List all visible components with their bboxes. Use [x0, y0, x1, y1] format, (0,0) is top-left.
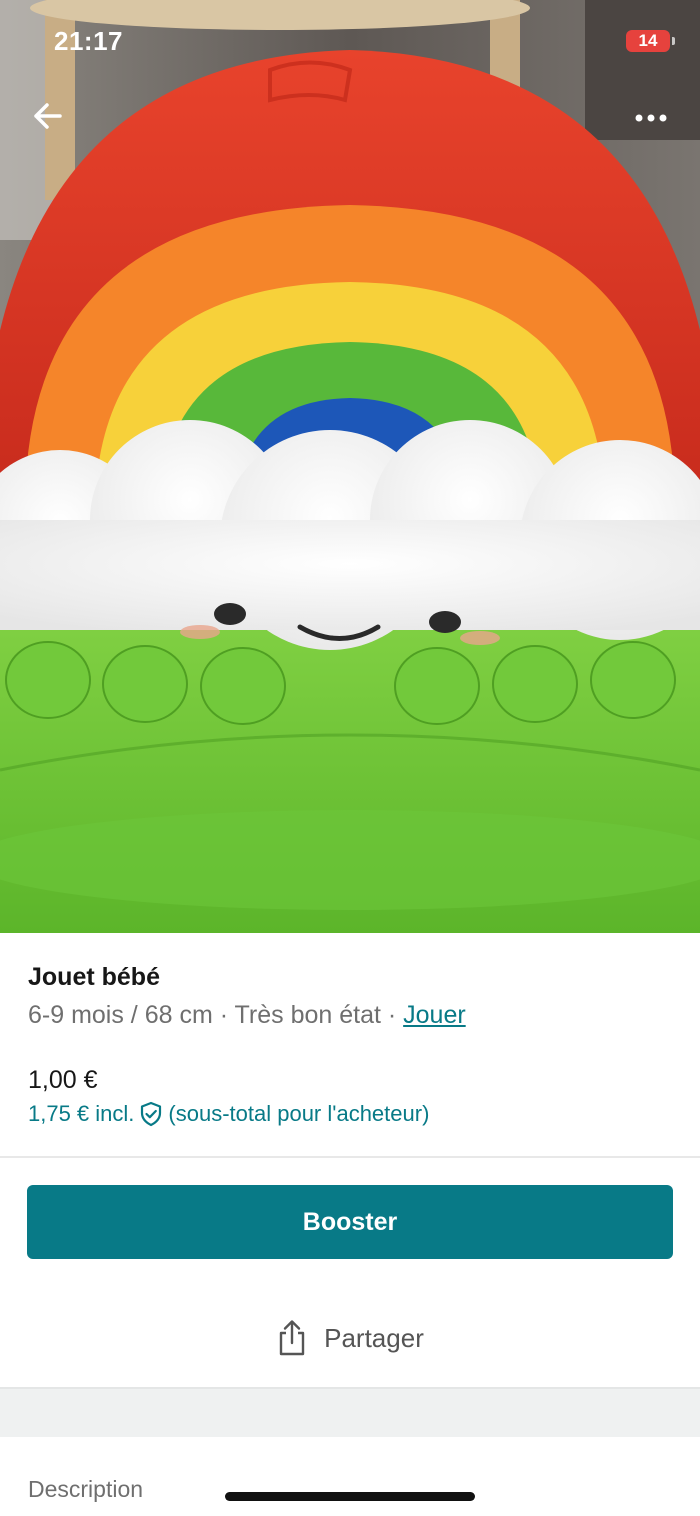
divider: [0, 1156, 700, 1158]
share-label: Partager: [324, 1322, 424, 1353]
price-incl: 1,75 € incl.: [28, 1101, 135, 1126]
more-options-button[interactable]: [626, 100, 676, 136]
item-photo[interactable]: 21:17 14: [0, 0, 700, 933]
meta-separator: ·: [380, 1001, 404, 1029]
back-button[interactable]: [28, 96, 68, 136]
item-condition: Très bon état: [234, 1001, 381, 1029]
toy-photo-illustration: [0, 0, 700, 933]
item-size: 6-9 mois / 68 cm: [28, 1001, 213, 1029]
buyer-protection-price[interactable]: 1,75 € incl. (sous-total pour l'acheteur…: [28, 1101, 429, 1127]
shield-check-icon: [141, 1101, 162, 1127]
status-bar: 21:17 14: [0, 0, 700, 84]
section-separator: [0, 1387, 700, 1437]
share-icon: [279, 1320, 305, 1356]
battery-cap: [672, 37, 675, 45]
battery-level: 14: [638, 31, 658, 50]
booster-button[interactable]: Booster: [27, 1185, 673, 1259]
home-indicator[interactable]: [225, 1492, 475, 1501]
item-category-link[interactable]: Jouer: [403, 1001, 466, 1029]
meta-separator: ·: [212, 1001, 235, 1029]
description-heading: Description: [28, 1476, 144, 1502]
item-price: 1,00 €: [28, 1066, 98, 1094]
arrow-left-icon: [34, 103, 62, 129]
battery-icon: 14: [626, 30, 675, 52]
share-button[interactable]: Partager: [0, 1313, 700, 1363]
status-icons: 14: [626, 30, 675, 52]
item-title: Jouet bébé: [28, 963, 160, 991]
status-time: 21:17: [54, 26, 123, 56]
item-meta: 6-9 mois / 68 cm · Très bon état · Jouer: [28, 1001, 466, 1030]
more-horizontal-icon: [635, 114, 667, 122]
price-note: (sous-total pour l'acheteur): [168, 1101, 430, 1126]
